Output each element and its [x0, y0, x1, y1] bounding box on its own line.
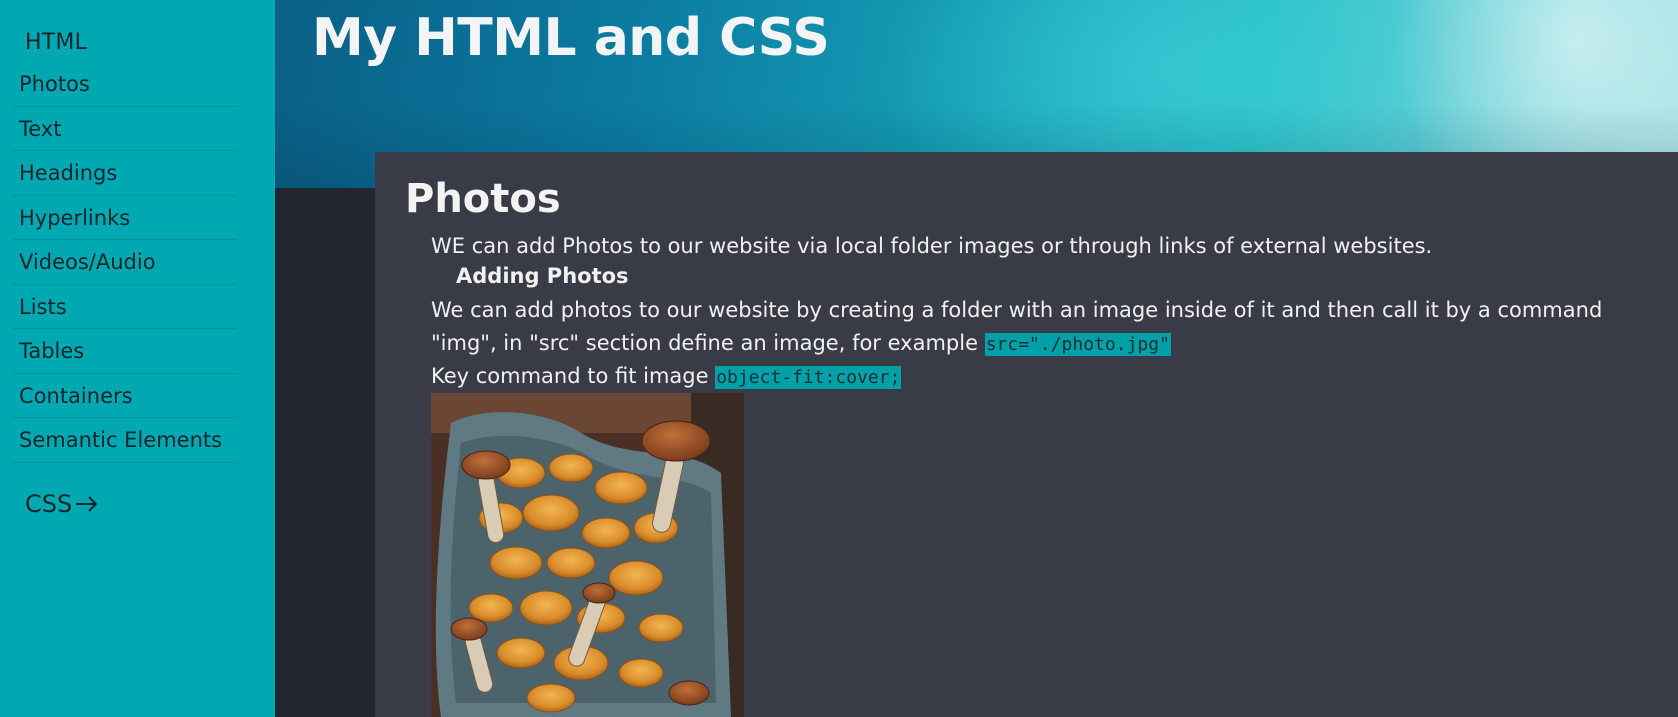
paragraph-line-2-text: "img", in "src" section define an image,…	[431, 331, 985, 355]
sidebar-item-containers[interactable]: Containers	[13, 374, 238, 418]
css-link[interactable]: CSS	[25, 490, 100, 518]
site-title: My HTML and CSS	[312, 8, 830, 68]
sidebar-item-text[interactable]: Text	[13, 107, 238, 151]
code-object-fit: object-fit:cover;	[715, 366, 902, 389]
sidebar-item-semantic-elements[interactable]: Semantic Elements	[13, 418, 238, 463]
sidebar-item-hyperlinks[interactable]: Hyperlinks	[13, 196, 238, 240]
sidebar-item-headings[interactable]: Headings	[13, 151, 238, 196]
arrow-right-icon	[74, 494, 100, 514]
sidebar-item-tables[interactable]: Tables	[13, 329, 238, 374]
sidebar-item-videos-audio[interactable]: Videos/Audio	[13, 240, 238, 285]
key-command-text: Key command to fit image	[431, 364, 716, 388]
paragraph-line-2: "img", in "src" section define an image,…	[431, 329, 1171, 357]
sidebar-item-photos[interactable]: Photos	[13, 62, 238, 107]
section-title: Photos	[405, 176, 561, 222]
css-link-label: CSS	[25, 490, 73, 518]
sidebar-list: Photos Text Headings Hyperlinks Videos/A…	[13, 62, 238, 463]
key-command-line: Key command to fit image object-fit:cove…	[431, 362, 902, 390]
mushrooms-photo	[431, 393, 744, 717]
intro-text: WE can add Photos to our website via loc…	[431, 234, 1433, 258]
paragraph-line-1: We can add photos to our website by crea…	[431, 298, 1603, 322]
sidebar-item-lists[interactable]: Lists	[13, 285, 238, 329]
code-src: src="./photo.jpg"	[984, 333, 1171, 356]
sidebar-heading: HTML	[25, 30, 88, 55]
page: HTML Photos Text Headings Hyperlinks Vid…	[0, 0, 1678, 717]
subheading: Adding Photos	[456, 264, 629, 288]
sidebar: HTML Photos Text Headings Hyperlinks Vid…	[0, 0, 275, 717]
